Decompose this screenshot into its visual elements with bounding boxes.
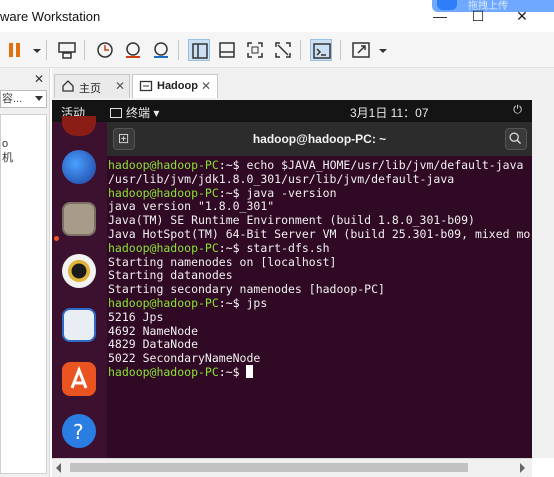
prompt-user: hadoop@hadoop-PC bbox=[108, 158, 219, 172]
command-text: start-dfs.sh bbox=[246, 240, 330, 255]
app-icon[interactable] bbox=[62, 116, 96, 136]
pause-dropdown-icon[interactable] bbox=[26, 39, 41, 61]
library-search-value: 容... bbox=[2, 93, 23, 105]
terminal-output-line: Starting namenodes on [localhost] bbox=[108, 254, 337, 269]
thunderbird-icon[interactable] bbox=[62, 150, 96, 184]
terminal-output-line: Starting datanodes bbox=[108, 268, 233, 283]
terminal-cursor bbox=[246, 365, 254, 378]
terminal-icon bbox=[110, 108, 122, 118]
thumbnail-bar-icon[interactable] bbox=[216, 39, 238, 61]
library-search-combo[interactable]: 容... bbox=[0, 90, 47, 108]
chevron-down-icon[interactable] bbox=[35, 96, 43, 101]
show-library-icon[interactable] bbox=[188, 39, 210, 61]
vm-icon bbox=[139, 80, 153, 92]
vertical-scrollbar[interactable] bbox=[532, 100, 554, 458]
tree-item[interactable]: 机 bbox=[1, 151, 46, 165]
prompt-user: hadoop@hadoop-PC bbox=[108, 296, 219, 310]
power-icon[interactable]: ⏻ bbox=[513, 104, 528, 117]
search-icon bbox=[509, 132, 522, 145]
prompt-user: hadoop@hadoop-PC bbox=[108, 185, 219, 200]
search-button[interactable] bbox=[505, 128, 527, 150]
command-text: jps bbox=[246, 296, 268, 310]
terminal-output-line: Java(TM) SE Runtime Environment (build 1… bbox=[108, 213, 475, 228]
snapshot-manager-icon[interactable] bbox=[150, 39, 172, 61]
terminal-output[interactable]: hadoop@hadoop-PC:~$ echo $JAVA_HOME/usr/… bbox=[107, 156, 532, 458]
terminal-command-line: hadoop@hadoop-PC:~$ jps bbox=[108, 296, 267, 310]
minimize-button[interactable]: — bbox=[430, 6, 450, 26]
close-icon[interactable]: ✕ bbox=[201, 79, 211, 93]
terminal-output-line: 4829 DataNode bbox=[108, 337, 199, 352]
close-button[interactable]: ✕ bbox=[512, 6, 532, 26]
terminal-output-line: 4692 NameNode bbox=[108, 323, 199, 338]
clock[interactable]: 3月1日 11：07 bbox=[350, 104, 429, 121]
running-indicator bbox=[54, 236, 59, 241]
prompt-path: :~$ bbox=[218, 185, 247, 200]
terminal-output-line: Starting secondary namenodes [hadoop-PC] bbox=[108, 282, 385, 297]
console-icon[interactable] bbox=[310, 39, 332, 61]
command-text: echo $JAVA_HOME/usr/lib/jvm/default-java bbox=[246, 158, 524, 172]
toolbar-separator bbox=[178, 40, 179, 60]
toolbar-separator bbox=[46, 40, 47, 60]
prompt-path: :~$ bbox=[218, 158, 247, 172]
stretch-icon[interactable] bbox=[350, 39, 372, 61]
gnome-top-bar: 活动 终端 ▾ 3月1日 11：07 ⏻ bbox=[52, 100, 532, 122]
toolbar-separator bbox=[84, 40, 85, 60]
tab-bar: 主页 ✕ Hadoop ✕ bbox=[52, 68, 554, 100]
pause-icon[interactable] bbox=[4, 39, 26, 61]
software-icon[interactable] bbox=[62, 362, 96, 396]
terminal-header: hadoop@hadoop-PC: ~ bbox=[107, 122, 532, 156]
snapshot-icon[interactable] bbox=[94, 39, 116, 61]
tab-label: 主页 bbox=[79, 83, 101, 95]
terminal-output-line: 5022 SecondaryNameNode bbox=[108, 351, 261, 366]
scroll-right-icon[interactable] bbox=[520, 463, 525, 473]
app-menu-label: 终端 bbox=[126, 106, 151, 120]
scrollbar-thumb[interactable] bbox=[70, 463, 468, 472]
library-tree: o 机 bbox=[0, 114, 47, 474]
help-icon[interactable]: ? bbox=[62, 414, 96, 448]
toolbar-separator bbox=[340, 40, 341, 60]
terminal-command-line: hadoop@hadoop-PC:~$ bbox=[108, 365, 254, 379]
terminal-title: hadoop@hadoop-PC: ~ bbox=[252, 132, 387, 146]
fullscreen-icon[interactable] bbox=[244, 39, 266, 61]
command-text: java -version bbox=[246, 185, 337, 200]
scroll-left-icon[interactable] bbox=[56, 463, 61, 473]
prompt-path: :~$ bbox=[218, 240, 247, 255]
terminal-output-line: java version "1.8.0_301" bbox=[108, 199, 275, 214]
prompt-user: hadoop@hadoop-PC bbox=[108, 365, 219, 379]
horizontal-scrollbar[interactable] bbox=[52, 458, 532, 477]
terminal-output-line: 5216 Jps bbox=[108, 309, 164, 324]
prompt-user: hadoop@hadoop-PC bbox=[108, 240, 219, 255]
tree-item[interactable]: o bbox=[1, 137, 46, 151]
send-keys-icon[interactable] bbox=[56, 39, 78, 61]
tab-home[interactable]: 主页 ✕ bbox=[54, 74, 130, 98]
stretch-dropdown-icon[interactable] bbox=[372, 39, 387, 61]
terminal-command-line: hadoop@hadoop-PC:~$ java -version bbox=[108, 186, 337, 200]
close-icon[interactable]: ✕ bbox=[115, 79, 125, 93]
app-menu[interactable]: 终端 ▾ bbox=[110, 104, 159, 121]
svg-text:?: ? bbox=[73, 420, 84, 444]
ubuntu-dock: ? bbox=[52, 116, 107, 458]
terminal-command-line: hadoop@hadoop-PC:~$ start-dfs.sh bbox=[108, 241, 330, 255]
title-bar: ware Workstation 拖拽上传 — ☐ ✕ bbox=[0, 0, 554, 32]
prompt-path: :~$ bbox=[218, 365, 247, 379]
rhythmbox-icon[interactable] bbox=[62, 254, 96, 288]
tab-label: Hadoop bbox=[157, 80, 198, 92]
home-icon bbox=[62, 80, 74, 92]
writer-icon[interactable] bbox=[62, 308, 96, 342]
files-icon[interactable] bbox=[62, 202, 96, 236]
unity-icon[interactable] bbox=[272, 39, 294, 61]
toolbar bbox=[0, 32, 554, 68]
terminal-output-line: Java HotSpot(TM) 64-Bit Server VM (build… bbox=[108, 227, 531, 241]
close-library-icon[interactable]: ✕ bbox=[34, 72, 44, 86]
prompt-path: :~$ bbox=[218, 296, 247, 310]
library-sidebar: ✕ 容... o 机 bbox=[0, 68, 50, 477]
revert-snapshot-icon[interactable] bbox=[122, 39, 144, 61]
vm-display[interactable]: 活动 终端 ▾ 3月1日 11：07 ⏻ ? hadoop@hadoop-PC:… bbox=[52, 100, 532, 458]
terminal-command-line: hadoop@hadoop-PC:~$ echo $JAVA_HOME/usr/… bbox=[108, 158, 523, 172]
maximize-button[interactable]: ☐ bbox=[468, 6, 488, 26]
tab-hadoop[interactable]: Hadoop ✕ bbox=[132, 74, 218, 98]
window-title: ware Workstation bbox=[0, 9, 101, 24]
terminal-output-line: /usr/lib/jvm/jdk1.8.0_301/usr/lib/jvm/de… bbox=[108, 171, 455, 186]
toolbar-separator bbox=[300, 40, 301, 60]
